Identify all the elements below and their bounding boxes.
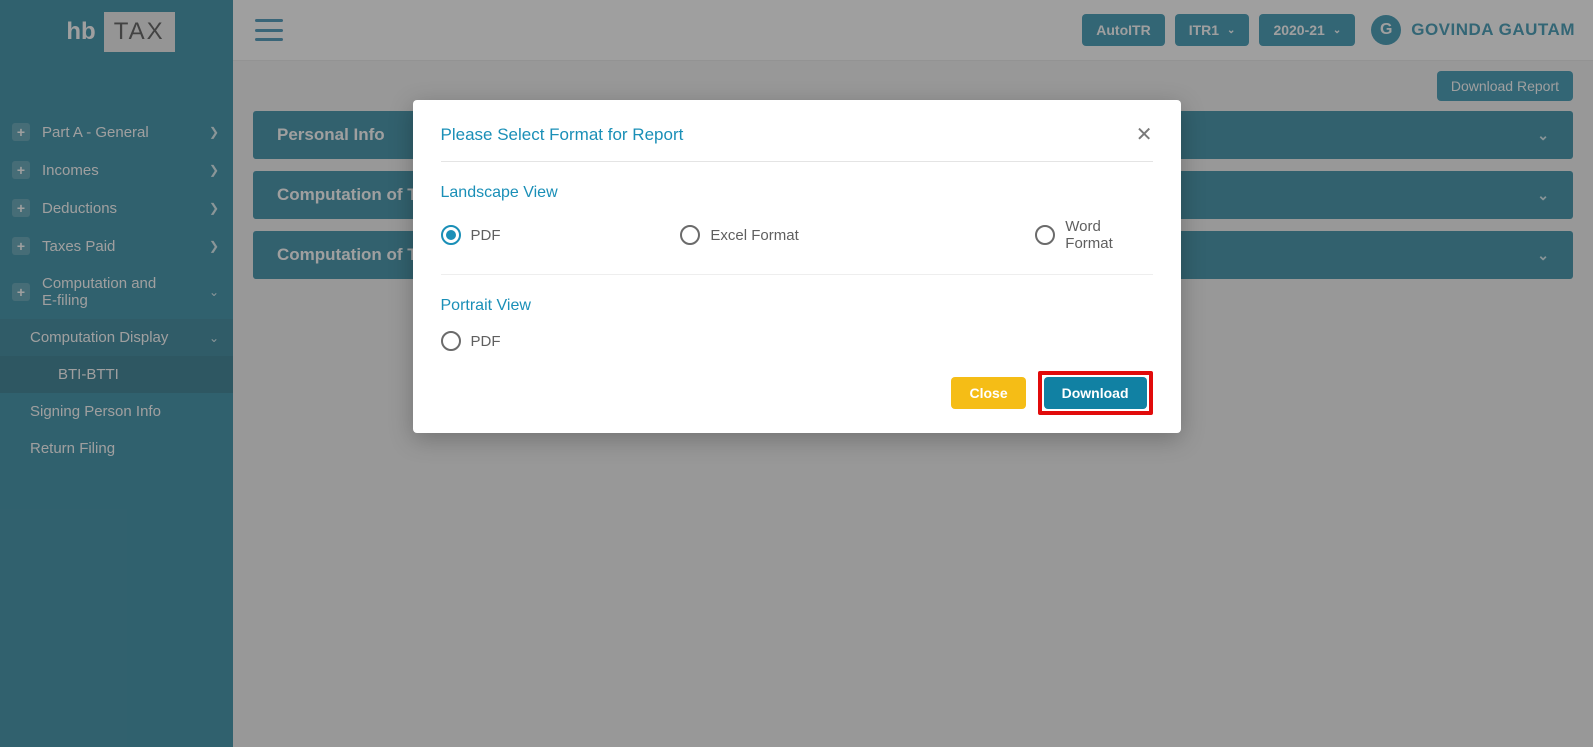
radio-label: PDF (471, 333, 501, 350)
report-format-modal: Please Select Format for Report ✕ Landsc… (413, 100, 1181, 433)
radio-label: PDF (471, 227, 501, 244)
close-button[interactable]: Close (951, 377, 1025, 409)
download-button[interactable]: Download (1044, 377, 1147, 409)
radio-option-excel[interactable]: Excel Format (680, 218, 1035, 252)
radio-icon (441, 331, 461, 351)
radio-option-word[interactable]: Word Format (1035, 218, 1152, 252)
portrait-section-title: Portrait View (441, 297, 1153, 315)
modal-footer: Close Download (441, 371, 1153, 415)
download-button-highlight: Download (1038, 371, 1153, 415)
radio-label: Word Format (1065, 218, 1152, 252)
radio-option-pdf-portrait[interactable]: PDF (441, 331, 681, 351)
radio-label: Excel Format (710, 227, 798, 244)
radio-icon (1035, 225, 1055, 245)
modal-header: Please Select Format for Report ✕ (441, 122, 1153, 162)
close-icon[interactable]: ✕ (1136, 122, 1153, 147)
radio-option-pdf[interactable]: PDF (441, 218, 681, 252)
modal-title: Please Select Format for Report (441, 125, 684, 145)
landscape-section-title: Landscape View (441, 184, 1153, 202)
radio-icon (441, 225, 461, 245)
portrait-options: PDF (441, 331, 1153, 351)
landscape-options: PDF Excel Format Word Format (441, 218, 1153, 275)
radio-icon (680, 225, 700, 245)
